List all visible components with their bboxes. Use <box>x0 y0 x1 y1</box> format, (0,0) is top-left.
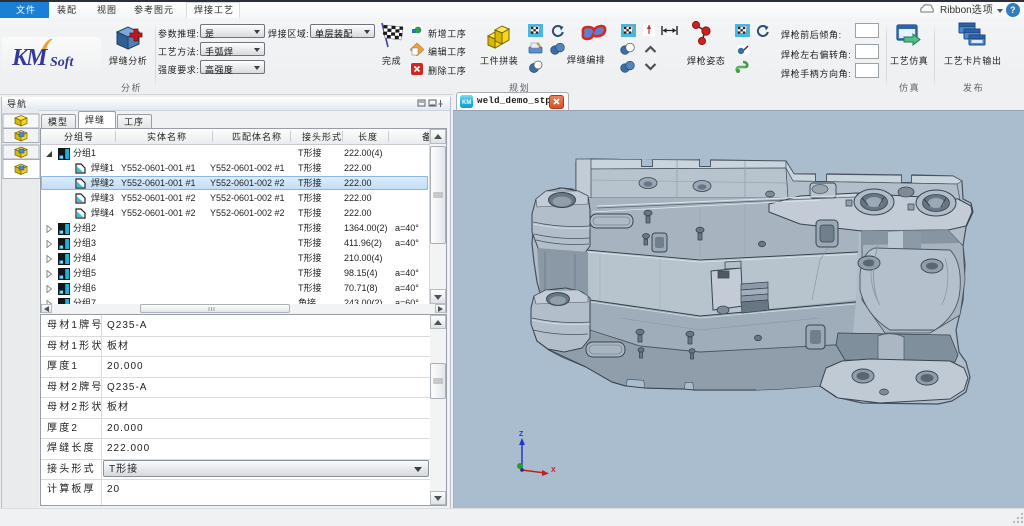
svg-text:X: X <box>551 467 556 474</box>
svg-text:Z: Z <box>519 431 524 438</box>
svg-text:Soft: Soft <box>50 55 74 70</box>
svg-text:KM: KM <box>462 100 471 106</box>
svg-text:KM: KM <box>11 45 49 71</box>
